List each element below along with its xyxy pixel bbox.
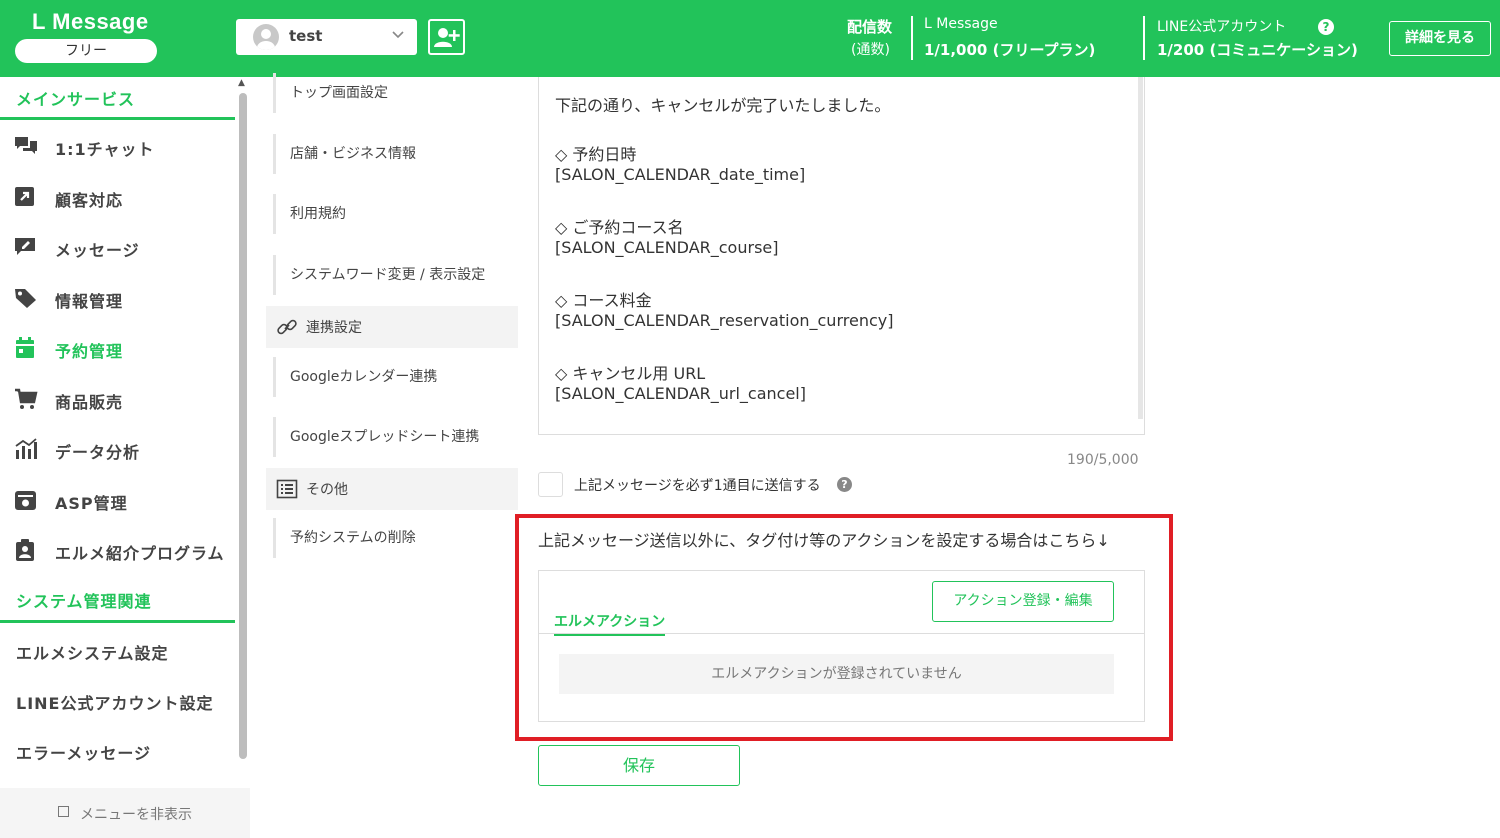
sidebar-item-label: 顧客対応 <box>55 191 124 210</box>
plan-badge: フリー <box>15 39 157 63</box>
sidebar-item-line-settings[interactable]: LINE公式アカウント設定 <box>16 690 213 714</box>
collapse-icon <box>58 806 69 817</box>
sidebar-item-message[interactable]: メッセージ <box>0 224 235 270</box>
lmessage-count: 1/1,000 (フリープラン) <box>924 41 1096 59</box>
sidebar-section-system: システム管理関連 <box>16 592 152 611</box>
calendar-icon <box>16 337 34 358</box>
sidebar-item-chat[interactable]: 1:1チャット <box>0 123 235 169</box>
sidebar-item-reservation[interactable]: 予約管理 <box>0 325 235 371</box>
add-user-icon <box>434 28 460 47</box>
divider <box>911 16 913 60</box>
tag-icon <box>15 289 36 308</box>
message-line: [SALON_CALENDAR_reservation_currency] <box>555 311 894 330</box>
submenu-item-top-settings[interactable]: トップ画面設定 <box>273 73 388 113</box>
message-line: ◇ キャンセル用 URL <box>555 364 706 383</box>
sidebar-item-analytics[interactable]: データ分析 <box>0 426 235 472</box>
submenu-item-business-info[interactable]: 店舗・ビジネス情報 <box>273 134 416 174</box>
app-logo[interactable]: L Message <box>32 9 149 35</box>
clipboard-user-icon <box>16 539 34 561</box>
chat-icon <box>15 137 37 154</box>
action-note: 上記メッセージ送信以外に、タグ付け等のアクションを設定する場合はこちら↓ <box>538 531 1110 550</box>
scroll-up-icon[interactable]: ▲ <box>238 78 245 88</box>
hide-menu-button[interactable]: メニューを非表示 <box>0 788 250 838</box>
sidebar-scrollbar-thumb[interactable] <box>239 93 247 759</box>
message-scrollbar[interactable] <box>1138 77 1143 419</box>
submenu-item-google-sheets[interactable]: Googleスプレッドシート連携 <box>273 417 479 457</box>
sidebar-item-label: 予約管理 <box>55 342 124 361</box>
top-header: L Message フリー test 配信数 (通数) L Message 1/… <box>0 0 1500 77</box>
message-line: [SALON_CALENDAR_url_cancel] <box>555 384 806 403</box>
submenu-item-delete-system[interactable]: 予約システムの削除 <box>273 518 416 558</box>
section-rule <box>0 620 235 623</box>
sidebar-item-label: 情報管理 <box>55 292 124 311</box>
sidebar-item-label: メッセージ <box>55 241 140 260</box>
submenu-head-other: その他 <box>266 468 518 510</box>
message-line: ◇ 予約日時 <box>555 145 637 164</box>
delivery-count-label: 配信数 <box>847 18 893 36</box>
external-link-icon <box>15 187 34 206</box>
submenu-head-integration: 連携設定 <box>266 306 518 348</box>
line-account-count: 1/200 (コミュニケーション) <box>1157 41 1358 59</box>
list-icon <box>276 479 298 499</box>
submenu-item-terms[interactable]: 利用規約 <box>273 194 346 234</box>
sidebar-item-referral[interactable]: エルメ紹介プログラム <box>0 527 235 573</box>
asp-icon <box>15 491 36 510</box>
avatar <box>253 24 279 50</box>
sidebar-item-sales[interactable]: 商品販売 <box>0 376 235 422</box>
lmessage-title: L Message <box>924 16 998 32</box>
add-account-button[interactable] <box>428 19 465 55</box>
divider <box>539 633 1144 634</box>
sidebar-section-main: メインサービス <box>16 90 136 109</box>
sidebar-item-system-settings[interactable]: エルメシステム設定 <box>16 640 169 664</box>
sidebar-item-label: エルメ紹介プログラム <box>55 544 225 563</box>
sidebar-item-label: 商品販売 <box>55 393 124 412</box>
message-line: ◇ コース料金 <box>555 291 652 310</box>
submenu-item-google-calendar[interactable]: Googleカレンダー連携 <box>273 357 437 397</box>
sidebar-item-asp[interactable]: ASP管理 <box>0 477 235 523</box>
sidebar-item-customer[interactable]: 顧客対応 <box>0 174 235 220</box>
message-line: [SALON_CALENDAR_date_time] <box>555 165 806 184</box>
cart-icon <box>15 388 38 409</box>
help-icon[interactable]: ? <box>1318 19 1334 35</box>
hide-menu-label: メニューを非表示 <box>80 807 192 823</box>
bar-chart-icon <box>15 438 37 459</box>
sidebar-item-label: データ分析 <box>55 443 141 462</box>
submenu-head-label: 連携設定 <box>306 320 362 336</box>
save-button[interactable]: 保存 <box>538 745 740 786</box>
sidebar-item-error-message[interactable]: エラーメッセージ <box>16 740 151 764</box>
submenu-item-system-words[interactable]: システムワード変更 / 表示設定 <box>273 255 485 295</box>
divider <box>1143 16 1145 60</box>
char-counter: 190/5,000 <box>1067 452 1139 468</box>
delivery-count-sub: (通数) <box>851 42 890 58</box>
chevron-down-icon <box>391 27 405 45</box>
message-edit-icon <box>15 238 35 255</box>
action-empty-state: エルメアクションが登録されていません <box>559 654 1114 694</box>
sidebar-item-info[interactable]: 情報管理 <box>0 275 235 321</box>
sidebar-item-label: 1:1チャット <box>55 140 155 159</box>
sidebar-item-label: ASP管理 <box>55 494 128 513</box>
help-icon[interactable]: ? <box>837 477 852 492</box>
section-rule <box>0 117 235 120</box>
action-edit-button[interactable]: アクション登録・編集 <box>932 581 1114 622</box>
message-line: [SALON_CALENDAR_course] <box>555 238 779 257</box>
send-first-label: 上記メッセージを必ず1通目に送信する <box>574 478 821 494</box>
account-name: test <box>289 27 323 45</box>
send-first-checkbox[interactable] <box>538 472 563 497</box>
link-icon <box>277 319 297 335</box>
line-account-title: LINE公式アカウント <box>1157 19 1287 35</box>
message-line: ◇ ご予約コース名 <box>555 218 684 237</box>
submenu-head-label: その他 <box>306 482 348 498</box>
detail-button[interactable]: 詳細を見る <box>1389 21 1491 56</box>
account-selector[interactable]: test <box>236 19 417 55</box>
message-line: 下記の通り、キャンセルが完了いたしました。 <box>555 96 891 115</box>
